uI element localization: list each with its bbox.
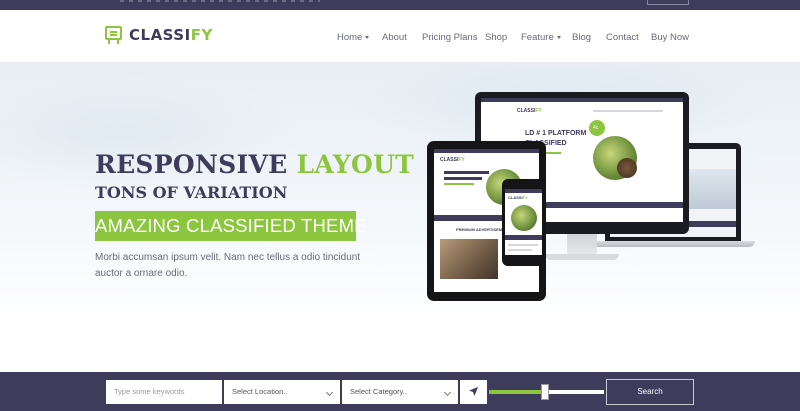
location-button[interactable] xyxy=(460,380,487,404)
top-bar-button[interactable] xyxy=(647,0,689,5)
phone-hero-circle xyxy=(511,205,537,231)
nav-shop-label: Shop xyxy=(485,32,508,43)
top-bar-links xyxy=(120,0,320,2)
hero-section: RESPONSIVE LAYOUT TONS OF VARIATION AMAZ… xyxy=(0,63,800,372)
chevron-down-icon xyxy=(365,35,370,39)
tablet-mini-heading xyxy=(444,171,489,174)
top-bar xyxy=(0,0,800,10)
nav-about-label: About xyxy=(382,32,407,43)
nav-shop[interactable]: Shop xyxy=(485,32,507,43)
laptop-base xyxy=(591,241,755,247)
nav-blog[interactable]: Blog xyxy=(572,32,591,43)
keyword-input[interactable]: Type some keywords xyxy=(106,380,222,404)
radius-slider-fill xyxy=(489,390,546,394)
chevron-down-icon xyxy=(556,35,561,39)
monitor-mini-logo: CLASSIFY xyxy=(517,108,542,114)
hero-banner: AMAZING CLASSIFIED THEME xyxy=(95,211,367,241)
monitor-base xyxy=(545,254,619,260)
phone-mockup: CLASSIFY xyxy=(502,179,545,266)
nav-home[interactable]: Home xyxy=(337,32,370,43)
phone-mini-line xyxy=(508,244,538,246)
location-arrow-icon xyxy=(469,387,478,396)
chevron-down-icon xyxy=(443,388,452,397)
monitor-small-circle xyxy=(617,158,637,178)
nav-pricing-label: Pricing Plans xyxy=(422,32,478,43)
nav-blog-label: Blog xyxy=(572,32,592,43)
search-bar: Type some keywords Select Location.. Sel… xyxy=(0,372,800,411)
category-select-value: Select Category.. xyxy=(350,387,407,396)
hero-description: Morbi accumsan ipsum velit. Nam nec tell… xyxy=(95,252,361,279)
monitor-badge: 4c xyxy=(589,120,605,136)
phone-screen: CLASSIFY xyxy=(505,189,542,255)
phone-mini-search xyxy=(505,235,542,240)
search-button[interactable]: Search xyxy=(606,379,694,405)
monitor-heading-1: LD # 1 PLATFORM xyxy=(525,130,587,137)
monitor-stand xyxy=(567,234,597,256)
nav-buy-now-label: Buy Now xyxy=(651,32,690,43)
nav-pricing-plans[interactable]: Pricing Plans xyxy=(422,32,477,43)
nav-contact-label: Contact xyxy=(606,32,639,43)
nav-about[interactable]: About xyxy=(382,32,407,43)
monitor-mini-topbar xyxy=(481,98,683,102)
navbar: CLASSIFY Home About Pricing Plans Shop F… xyxy=(0,10,800,63)
phone-mini-line-2 xyxy=(508,249,532,251)
nav-home-label: Home xyxy=(337,32,363,43)
monitor-badge-text: 4c xyxy=(593,125,599,131)
nav-feature[interactable]: Feature xyxy=(521,32,561,43)
chevron-down-icon xyxy=(325,388,334,397)
hero-title: RESPONSIVE LAYOUT xyxy=(95,150,414,179)
phone-mini-logo: CLASSIFY xyxy=(508,195,528,200)
tablet-mini-heading-2 xyxy=(444,177,482,180)
hero-title-part1: RESPONSIVE xyxy=(95,150,288,179)
hero-title-part2: LAYOUT xyxy=(296,150,415,179)
monitor-mini-menu xyxy=(593,110,663,112)
nav-contact[interactable]: Contact xyxy=(606,32,639,43)
tablet-ad-image xyxy=(440,239,498,279)
main-menu: Home About Pricing Plans Shop Feature Bl… xyxy=(0,32,800,44)
tablet-mini-logo: CLASSIFY xyxy=(440,157,465,163)
radius-slider-handle[interactable] xyxy=(541,384,550,400)
category-select[interactable]: Select Category.. xyxy=(342,380,458,404)
nav-buy-now[interactable]: Buy Now xyxy=(651,32,689,43)
location-select[interactable]: Select Location.. xyxy=(224,380,340,404)
phone-mini-topbar xyxy=(505,189,542,193)
tablet-mini-banner xyxy=(444,183,474,185)
hero-subtitle: TONS OF VARIATION xyxy=(95,183,288,202)
nav-feature-label: Feature xyxy=(521,32,554,43)
location-select-value: Select Location.. xyxy=(232,387,288,396)
tablet-mini-topbar xyxy=(434,149,539,153)
